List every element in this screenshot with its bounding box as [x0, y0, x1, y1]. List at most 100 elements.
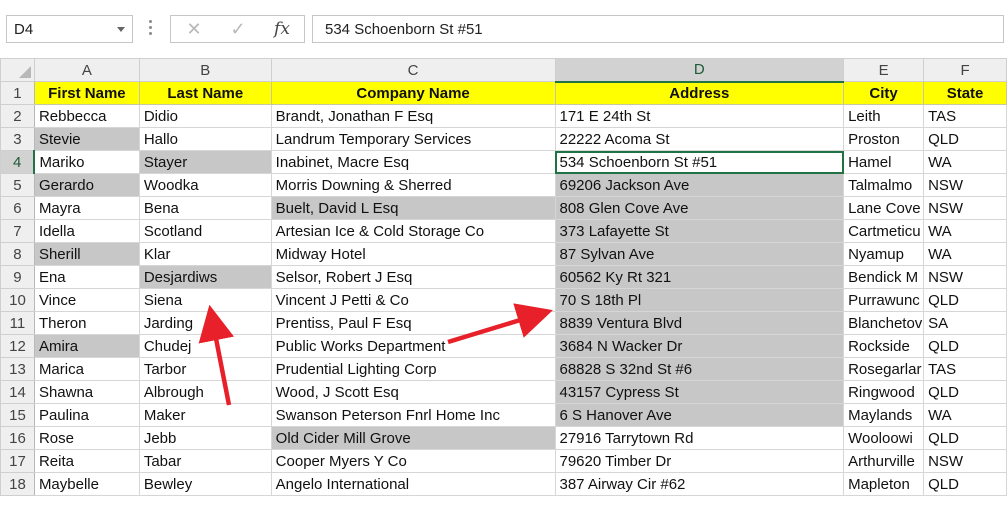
cell-a17[interactable]: Reita: [33, 449, 140, 473]
cell-a15[interactable]: Paulina: [33, 403, 140, 427]
cell-f2[interactable]: TAS: [923, 104, 1007, 128]
cell-c4[interactable]: Inabinet, Macre Esq: [270, 150, 556, 174]
cell-b10[interactable]: Siena: [138, 288, 272, 312]
select-all-button[interactable]: [0, 58, 35, 82]
column-header-e[interactable]: E: [843, 58, 925, 82]
column-header-a[interactable]: A: [33, 58, 140, 82]
row-header[interactable]: 7: [0, 219, 35, 243]
cell-e17[interactable]: Arthurville: [843, 449, 925, 473]
cell-b4[interactable]: Stayer: [138, 150, 272, 174]
cell-e9[interactable]: Bendick M: [843, 265, 925, 289]
cell-c12[interactable]: Public Works Department: [270, 334, 556, 358]
header-cell[interactable]: State: [923, 81, 1007, 105]
cell-b6[interactable]: Bena: [138, 196, 272, 220]
row-header[interactable]: 13: [0, 357, 35, 381]
cell-e18[interactable]: Mapleton: [843, 472, 925, 496]
cell-f17[interactable]: NSW: [923, 449, 1007, 473]
row-header[interactable]: 18: [0, 472, 35, 496]
cell-f14[interactable]: QLD: [923, 380, 1007, 404]
cell-d11[interactable]: 8839 Ventura Blvd: [554, 311, 845, 335]
cell-d10[interactable]: 70 S 18th Pl: [554, 288, 845, 312]
row-header[interactable]: 3: [0, 127, 35, 151]
cell-c8[interactable]: Midway Hotel: [270, 242, 556, 266]
cell-c6[interactable]: Buelt, David L Esq: [270, 196, 556, 220]
cell-d6[interactable]: 808 Glen Cove Ave: [554, 196, 845, 220]
cell-f12[interactable]: QLD: [923, 334, 1007, 358]
cell-c15[interactable]: Swanson Peterson Fnrl Home Inc: [270, 403, 556, 427]
cell-c7[interactable]: Artesian Ice & Cold Storage Co: [270, 219, 556, 243]
cell-a4[interactable]: Mariko: [33, 150, 140, 174]
cell-c13[interactable]: Prudential Lighting Corp: [270, 357, 556, 381]
row-header[interactable]: 6: [0, 196, 35, 220]
cell-a3[interactable]: Stevie: [33, 127, 140, 151]
cell-e11[interactable]: Blanchetov: [843, 311, 925, 335]
cell-f13[interactable]: TAS: [923, 357, 1007, 381]
cell-d4[interactable]: 534 Schoenborn St #51: [554, 150, 845, 174]
cell-f4[interactable]: WA: [923, 150, 1007, 174]
row-header[interactable]: 16: [0, 426, 35, 450]
cell-a13[interactable]: Marica: [33, 357, 140, 381]
cell-f10[interactable]: QLD: [923, 288, 1007, 312]
cell-a9[interactable]: Ena: [33, 265, 140, 289]
cell-a6[interactable]: Mayra: [33, 196, 140, 220]
row-header[interactable]: 14: [0, 380, 35, 404]
drag-handle-icon[interactable]: [149, 20, 153, 38]
cell-e10[interactable]: Purrawunc: [843, 288, 925, 312]
cell-a7[interactable]: Idella: [33, 219, 140, 243]
cell-d8[interactable]: 87 Sylvan Ave: [554, 242, 845, 266]
row-header[interactable]: 17: [0, 449, 35, 473]
cell-a8[interactable]: Sherill: [33, 242, 140, 266]
cell-b8[interactable]: Klar: [138, 242, 272, 266]
cell-c16[interactable]: Old Cider Mill Grove: [270, 426, 556, 450]
cell-d18[interactable]: 387 Airway Cir #62: [554, 472, 845, 496]
cell-b9[interactable]: Desjardiws: [138, 265, 272, 289]
cell-e7[interactable]: Cartmeticu: [843, 219, 925, 243]
cell-e6[interactable]: Lane Cove: [843, 196, 925, 220]
row-header[interactable]: 5: [0, 173, 35, 197]
cell-f5[interactable]: NSW: [923, 173, 1007, 197]
row-header[interactable]: 9: [0, 265, 35, 289]
cell-c2[interactable]: Brandt, Jonathan F Esq: [270, 104, 556, 128]
cell-a18[interactable]: Maybelle: [33, 472, 140, 496]
cell-e13[interactable]: Rosegarlar: [843, 357, 925, 381]
cancel-icon[interactable]: ✕: [179, 18, 209, 40]
cell-c9[interactable]: Selsor, Robert J Esq: [270, 265, 556, 289]
cell-f16[interactable]: QLD: [923, 426, 1007, 450]
row-header[interactable]: 2: [0, 104, 35, 128]
cell-b18[interactable]: Bewley: [138, 472, 272, 496]
cell-e16[interactable]: Wooloowi: [843, 426, 925, 450]
column-header-c[interactable]: C: [270, 58, 556, 82]
cell-d16[interactable]: 27916 Tarrytown Rd: [554, 426, 845, 450]
cell-e12[interactable]: Rockside: [843, 334, 925, 358]
name-box[interactable]: D4: [6, 15, 133, 43]
row-header[interactable]: 12: [0, 334, 35, 358]
cell-b7[interactable]: Scotland: [138, 219, 272, 243]
cell-f6[interactable]: NSW: [923, 196, 1007, 220]
cell-a5[interactable]: Gerardo: [33, 173, 140, 197]
cell-a14[interactable]: Shawna: [33, 380, 140, 404]
header-cell[interactable]: Last Name: [138, 81, 272, 105]
row-header[interactable]: 10: [0, 288, 35, 312]
cell-d9[interactable]: 60562 Ky Rt 321: [554, 265, 845, 289]
cell-e4[interactable]: Hamel: [843, 150, 925, 174]
cell-b2[interactable]: Didio: [138, 104, 272, 128]
row-header[interactable]: 4: [0, 150, 36, 174]
cell-c17[interactable]: Cooper Myers Y Co: [270, 449, 556, 473]
cell-b5[interactable]: Woodka: [138, 173, 272, 197]
cell-b12[interactable]: Chudej: [138, 334, 272, 358]
cell-d17[interactable]: 79620 Timber Dr: [554, 449, 845, 473]
cell-c3[interactable]: Landrum Temporary Services: [270, 127, 556, 151]
cell-c18[interactable]: Angelo International: [270, 472, 556, 496]
insert-function-icon[interactable]: fx: [267, 18, 297, 40]
cell-d2[interactable]: 171 E 24th St: [554, 104, 845, 128]
cell-f11[interactable]: SA: [923, 311, 1007, 335]
cell-d5[interactable]: 69206 Jackson Ave: [554, 173, 845, 197]
header-cell[interactable]: Company Name: [270, 81, 556, 105]
cell-c11[interactable]: Prentiss, Paul F Esq: [270, 311, 556, 335]
cell-f18[interactable]: QLD: [923, 472, 1007, 496]
cell-a11[interactable]: Theron: [33, 311, 140, 335]
cell-e5[interactable]: Talmalmo: [843, 173, 925, 197]
header-cell[interactable]: First Name: [33, 81, 140, 105]
cell-f9[interactable]: NSW: [923, 265, 1007, 289]
row-header[interactable]: 1: [0, 81, 35, 105]
